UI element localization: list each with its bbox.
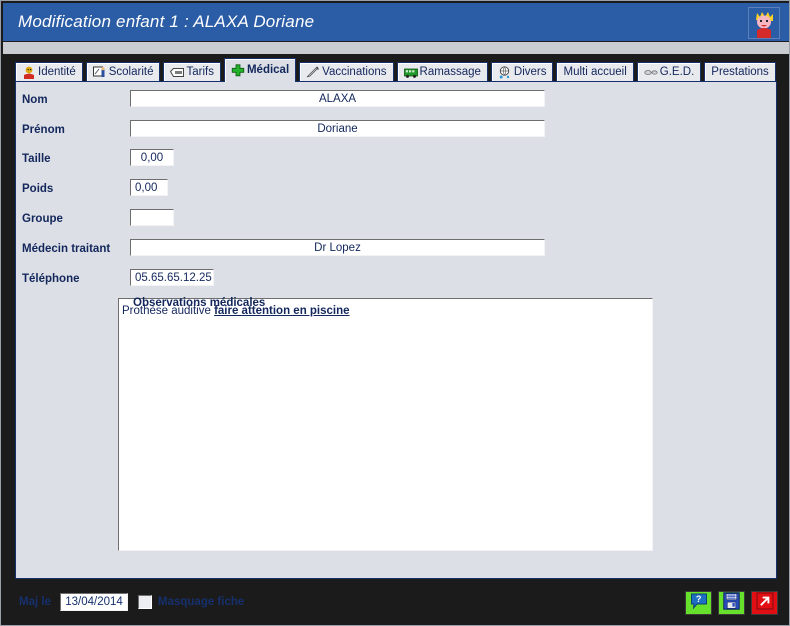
observations-content: Prothèse auditive faire attention en pis… [122, 304, 647, 319]
tab-scolarite[interactable]: Scolarité [85, 62, 161, 82]
masquage-fiche-checkbox[interactable] [138, 595, 152, 609]
green-cross-icon [231, 64, 245, 77]
syringe-icon [306, 66, 320, 79]
prenom-label: Prénom [22, 124, 65, 136]
tab-ramassage[interactable]: Ramassage [396, 62, 488, 82]
green-bus-icon [403, 66, 418, 79]
taille-label: Taille [22, 153, 51, 165]
help-button[interactable]: ? [685, 591, 712, 615]
page-title: Modification enfant 1 : ALAXA Doriane [18, 12, 315, 31]
observations-textarea[interactable] [118, 298, 653, 551]
tab-ged[interactable]: G.E.D. [636, 62, 702, 82]
nom-input[interactable]: ALAXA [130, 90, 545, 107]
tab-multi-accueil[interactable]: Multi accueil [556, 62, 634, 82]
tab-divers[interactable]: Divers [490, 62, 554, 82]
groupe-label: Groupe [22, 213, 63, 225]
price-tag-icon [170, 66, 185, 79]
tab-ged-label: G.E.D. [659, 65, 695, 78]
observations-emphasis-text: faire attention en piscine [214, 305, 350, 317]
title-underbar [3, 42, 789, 54]
tab-scolarite-label: Scolarité [108, 65, 154, 78]
telephone-label: Téléphone [22, 273, 80, 285]
svg-text:?: ? [695, 594, 701, 604]
tab-prestations-label: Prestations [711, 65, 769, 78]
title-bar: Modification enfant 1 : ALAXA Doriane [3, 3, 789, 41]
exit-button[interactable] [751, 591, 778, 615]
observations-plain-text: Prothèse auditive [122, 305, 215, 317]
tab-ramassage-label: Ramassage [419, 65, 481, 78]
tab-vaccinations-label: Vaccinations [322, 65, 387, 78]
glasses-icon [644, 66, 658, 79]
tab-medical[interactable]: Médical [223, 58, 297, 82]
maj-le-date-input[interactable]: 13/04/2014 [60, 593, 128, 611]
child-face-icon [748, 7, 780, 39]
person-red-icon [22, 66, 36, 79]
application-window: Modification enfant 1 : ALAXA Doriane Id… [0, 0, 790, 626]
save-button[interactable] [718, 591, 745, 615]
exit-arrow-icon [756, 592, 774, 615]
poids-label: Poids [22, 183, 54, 195]
medecin-input[interactable]: Dr Lopez [130, 239, 545, 256]
tab-tarifs[interactable]: Tarifs [163, 62, 221, 82]
tab-vaccinations[interactable]: Vaccinations [299, 62, 394, 82]
maj-le-label: Maj le [19, 596, 51, 608]
question-bubble-icon: ? [690, 592, 708, 615]
tab-identite-label: Identité [38, 65, 76, 78]
groupe-input[interactable] [130, 209, 174, 226]
masquage-fiche-label: Masquage fiche [158, 596, 245, 608]
tab-tarifs-label: Tarifs [186, 65, 214, 78]
globe-cart-icon [498, 66, 512, 79]
tab-divers-label: Divers [513, 65, 547, 78]
nom-label: Nom [22, 94, 48, 106]
tab-prestations[interactable]: Prestations [704, 62, 776, 82]
tab-strip: Identité Scolarité Tarifs Médical Vaccin… [15, 58, 776, 82]
medecin-label: Médecin traitant [22, 243, 111, 255]
tab-medical-label: Médical [246, 63, 290, 76]
floppy-disk-icon [723, 591, 740, 615]
tab-multi-accueil-label: Multi accueil [563, 65, 627, 78]
tab-identite[interactable]: Identité [15, 62, 83, 82]
poids-input[interactable]: 0,00 [130, 179, 168, 196]
telephone-input[interactable]: 05.65.65.12.25 [130, 269, 214, 286]
prenom-input[interactable]: Doriane [130, 120, 545, 137]
taille-input[interactable]: 0,00 [130, 149, 174, 166]
school-board-icon [92, 66, 107, 79]
